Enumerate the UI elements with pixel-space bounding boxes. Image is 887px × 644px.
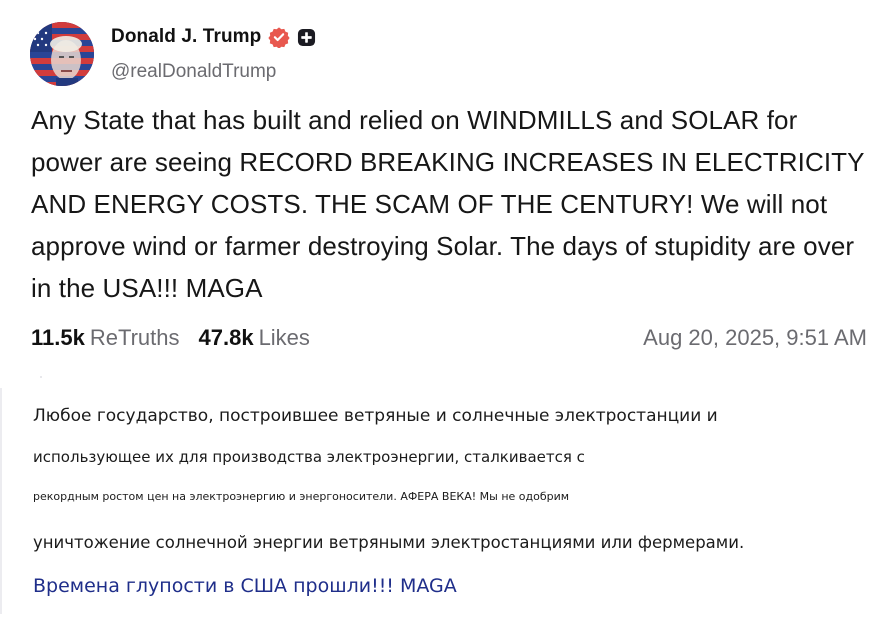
translation-line: рекордным ростом цен на электроэнергию и…	[33, 490, 570, 503]
retruths-count[interactable]: 11.5k	[31, 325, 85, 351]
translation-line: уничтожение солнечной энергии ветряными …	[33, 533, 745, 552]
divider-dot	[40, 376, 42, 378]
retruths-label[interactable]: ReTruths	[90, 325, 180, 351]
truth-post: Donald J. Trump @realDonaldTrump Any Sta…	[0, 0, 887, 365]
likes-label[interactable]: Likes	[259, 325, 310, 351]
translation-line: использующее их для производства электро…	[33, 448, 585, 466]
post-body-text: Any State that has built and relied on W…	[31, 105, 865, 303]
author-handle[interactable]: @realDonaldTrump	[111, 61, 276, 83]
likes-count[interactable]: 47.8k	[199, 325, 254, 351]
post-stats: 11.5k ReTruths 47.8k Likes	[31, 325, 310, 351]
verified-badge-icon	[268, 26, 290, 49]
post-timestamp[interactable]: Aug 20, 2025, 9:51 AM	[643, 325, 867, 351]
translation-block: Любое государство, построившее ветряные …	[0, 388, 887, 644]
author-name[interactable]: Donald J. Trump	[111, 26, 261, 48]
translation-line: Времена глупости в США прошли!!! MAGA	[33, 575, 457, 597]
avatar-image	[30, 22, 94, 86]
avatar[interactable]	[30, 22, 94, 86]
translation-line: Любое государство, построившее ветряные …	[33, 406, 718, 426]
author-row: Donald J. Trump	[111, 26, 316, 49]
plus-badge-icon	[297, 28, 316, 47]
